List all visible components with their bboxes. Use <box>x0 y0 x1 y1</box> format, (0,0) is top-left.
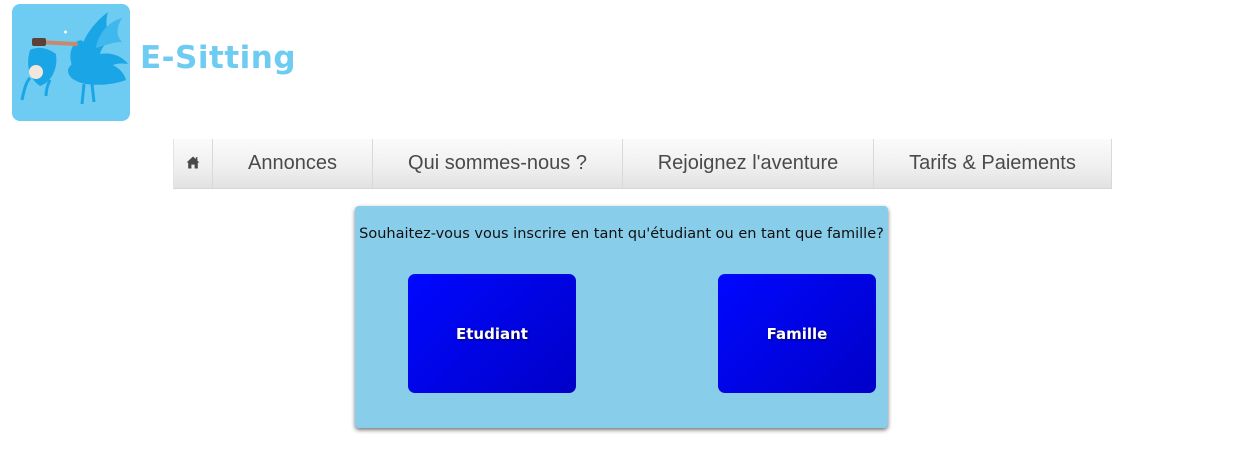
signup-question: Souhaitez-vous vous inscrire en tant qu'… <box>359 226 884 242</box>
nav-item-annonces[interactable]: Annonces <box>213 139 373 188</box>
stork-carrying-baby-icon <box>12 4 130 121</box>
nav-item-rejoignez[interactable]: Rejoignez l'aventure <box>623 139 874 188</box>
page: E-Sitting Annonces Qui sommes-nous ? Rej… <box>0 0 1239 458</box>
nav-item-tarifs-paiements[interactable]: Tarifs & Paiements <box>874 139 1112 188</box>
brand-logo[interactable]: E-Sitting <box>12 4 296 121</box>
student-signup-button[interactable]: Etudiant <box>408 274 576 393</box>
home-icon <box>186 152 200 175</box>
family-signup-button[interactable]: Famille <box>718 274 876 393</box>
brand-name: E-Sitting <box>140 39 297 76</box>
signup-choice-panel: Souhaitez-vous vous inscrire en tant qu'… <box>355 206 888 428</box>
nav-home-link[interactable] <box>173 139 213 188</box>
nav-item-qui-sommes-nous[interactable]: Qui sommes-nous ? <box>373 139 623 188</box>
main-nav: Annonces Qui sommes-nous ? Rejoignez l'a… <box>173 139 1112 189</box>
